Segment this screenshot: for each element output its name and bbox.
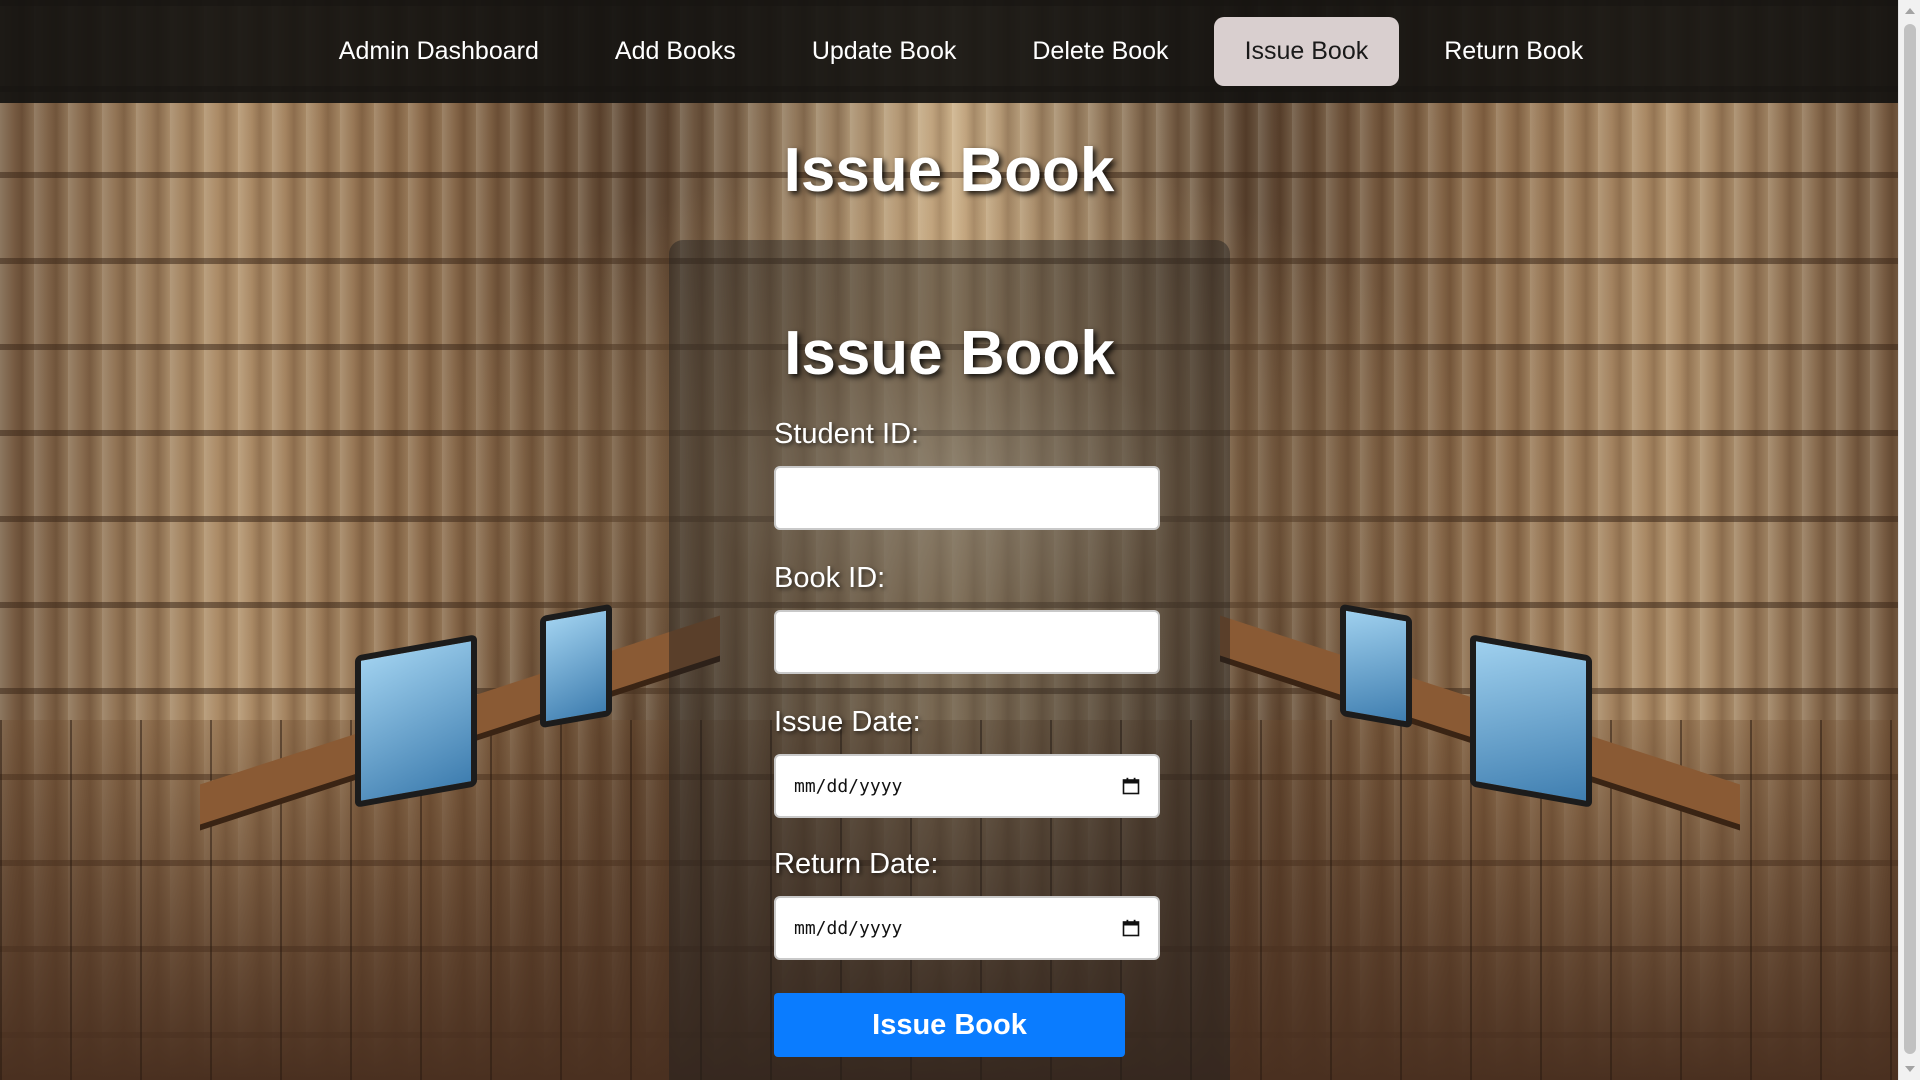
calendar-icon[interactable] <box>1122 919 1140 937</box>
book-id-input[interactable] <box>774 610 1160 674</box>
scrollbar-thumb[interactable] <box>1904 24 1916 1054</box>
library-monitor <box>1470 634 1592 808</box>
issue-date-label: Issue Date: <box>774 706 921 738</box>
return-date-label: Return Date: <box>774 848 939 880</box>
calendar-icon[interactable] <box>1122 777 1140 795</box>
vertical-scrollbar[interactable] <box>1898 0 1920 1080</box>
scroll-down-arrow-icon[interactable] <box>1905 1066 1915 1072</box>
form-title: Issue Book <box>784 319 1115 388</box>
return-date-input[interactable]: mm/dd/yyyy <box>774 896 1160 960</box>
library-monitor <box>1340 603 1412 729</box>
nav-item-update-book[interactable]: Update Book <box>781 17 988 86</box>
student-id-input[interactable] <box>774 466 1160 530</box>
nav-item-add-books[interactable]: Add Books <box>584 17 767 86</box>
nav-item-return-book[interactable]: Return Book <box>1413 17 1614 86</box>
scroll-up-arrow-icon[interactable] <box>1905 8 1915 14</box>
library-monitor <box>355 634 477 808</box>
issue-date-input[interactable]: mm/dd/yyyy <box>774 754 1160 818</box>
issue-date-placeholder: mm/dd/yyyy <box>794 775 903 797</box>
issue-book-submit-button[interactable]: Issue Book <box>774 993 1125 1057</box>
book-id-label: Book ID: <box>774 562 886 594</box>
nav-item-issue-book[interactable]: Issue Book <box>1213 17 1400 86</box>
page-title: Issue Book <box>783 136 1115 205</box>
student-id-label: Student ID: <box>774 418 920 450</box>
top-navbar: Admin Dashboard Add Books Update Book De… <box>0 0 1898 103</box>
library-monitor <box>540 603 612 729</box>
nav-item-delete-book[interactable]: Delete Book <box>1001 17 1199 86</box>
nav-list: Admin Dashboard Add Books Update Book De… <box>308 17 1614 86</box>
nav-item-admin-dashboard[interactable]: Admin Dashboard <box>308 17 570 86</box>
return-date-placeholder: mm/dd/yyyy <box>794 917 903 939</box>
